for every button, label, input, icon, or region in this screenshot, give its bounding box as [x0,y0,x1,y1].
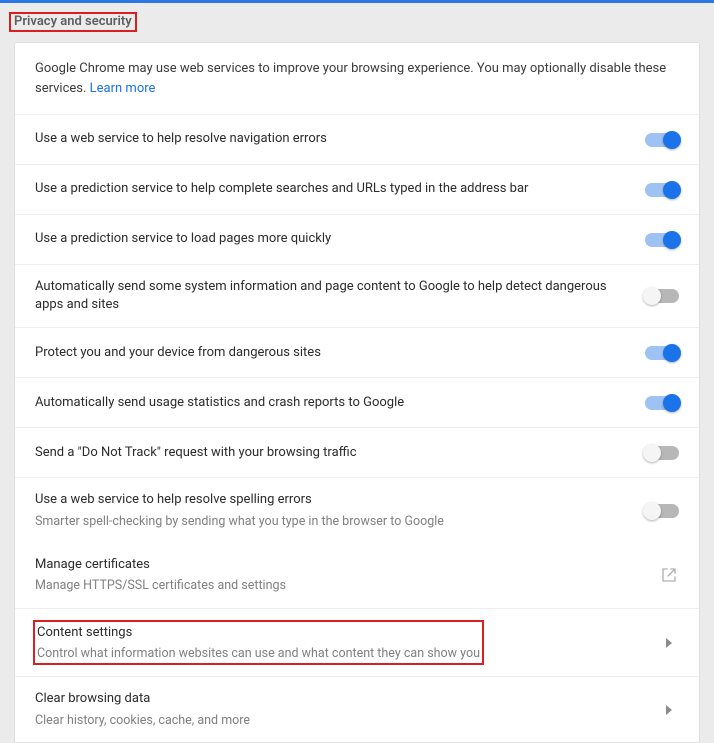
row-text: Automatically send usage statistics and … [35,394,645,412]
setting-row: Use a prediction service to load pages m… [15,215,699,265]
row-title: Use a web service to help resolve naviga… [35,130,627,148]
toggle-switch[interactable] [645,504,679,518]
row-text: Automatically send some system informati… [35,278,645,314]
row-subtitle: Control what information websites can us… [37,645,480,663]
highlight-box: Content settings Control what information… [33,620,484,666]
row-title: Use a web service to help resolve spelli… [35,491,627,509]
learn-more-link[interactable]: Learn more [90,81,156,96]
row-title: Clear browsing data [35,690,641,708]
toggle-switch[interactable] [645,346,679,360]
setting-row: Use a web service to help resolve naviga… [15,115,699,165]
section-title: Privacy and security [9,12,137,32]
toggle-switch[interactable] [645,183,679,197]
toggle-knob [643,444,661,462]
toggle-switch[interactable] [645,133,679,147]
row-title: Protect you and your device from dangero… [35,344,627,362]
toggle-knob [663,181,681,199]
nav-row-content-settings[interactable]: Content settings Control what information… [15,609,699,678]
toggle-switch[interactable] [645,396,679,410]
toggle-knob [643,287,661,305]
row-subtitle: Clear history, cookies, cache, and more [35,712,641,730]
toggle-switch[interactable] [645,233,679,247]
external-link-icon [659,565,679,585]
nav-row-clear-browsing-data[interactable]: Clear browsing data Clear history, cookie… [15,677,699,742]
setting-row: Automatically send usage statistics and … [15,378,699,428]
setting-row: Use a prediction service to help complet… [15,165,699,215]
toggle-switch[interactable] [645,289,679,303]
toggle-switch[interactable] [645,446,679,460]
row-text: Use a prediction service to load pages m… [35,230,645,248]
row-text: Send a "Do Not Track" request with your … [35,444,645,462]
chevron-right-icon [659,700,679,720]
nav-row-manage-certificates[interactable]: Manage certificates Manage HTTPS/SSL cert… [15,543,699,609]
toggle-knob [663,344,681,362]
intro-text: Google Chrome may use web services to im… [15,43,699,115]
row-title: Manage certificates [35,556,641,574]
setting-row: Send a "Do Not Track" request with your … [15,428,699,478]
toggle-knob [663,394,681,412]
row-text: Protect you and your device from dangero… [35,344,645,362]
row-subtitle: Manage HTTPS/SSL certificates and settin… [35,577,641,595]
setting-row: Automatically send some system informati… [15,265,699,328]
row-title: Use a prediction service to help complet… [35,180,627,198]
row-text: Use a prediction service to help complet… [35,180,645,198]
setting-row: Protect you and your device from dangero… [15,328,699,378]
row-text: Use a web service to help resolve spelli… [35,491,645,530]
toggle-knob [663,131,681,149]
chevron-right-icon [659,633,679,653]
row-title: Use a prediction service to load pages m… [35,230,627,248]
section-title-wrap: Privacy and security [0,3,714,42]
privacy-panel: Google Chrome may use web services to im… [14,42,700,743]
row-title: Send a "Do Not Track" request with your … [35,444,627,462]
toggle-knob [643,502,661,520]
row-text: Clear browsing data Clear history, cookie… [35,690,659,729]
setting-row: Use a web service to help resolve spelli… [15,478,699,543]
row-text: Manage certificates Manage HTTPS/SSL cert… [35,556,659,595]
row-text: Content settings Control what information… [35,622,659,664]
row-title: Content settings [37,624,480,642]
row-title: Automatically send some system informati… [35,278,627,314]
toggle-knob [663,231,681,249]
row-title: Automatically send usage statistics and … [35,394,627,412]
row-text: Use a web service to help resolve naviga… [35,130,645,148]
row-subtitle: Smarter spell-checking by sending what y… [35,513,627,531]
